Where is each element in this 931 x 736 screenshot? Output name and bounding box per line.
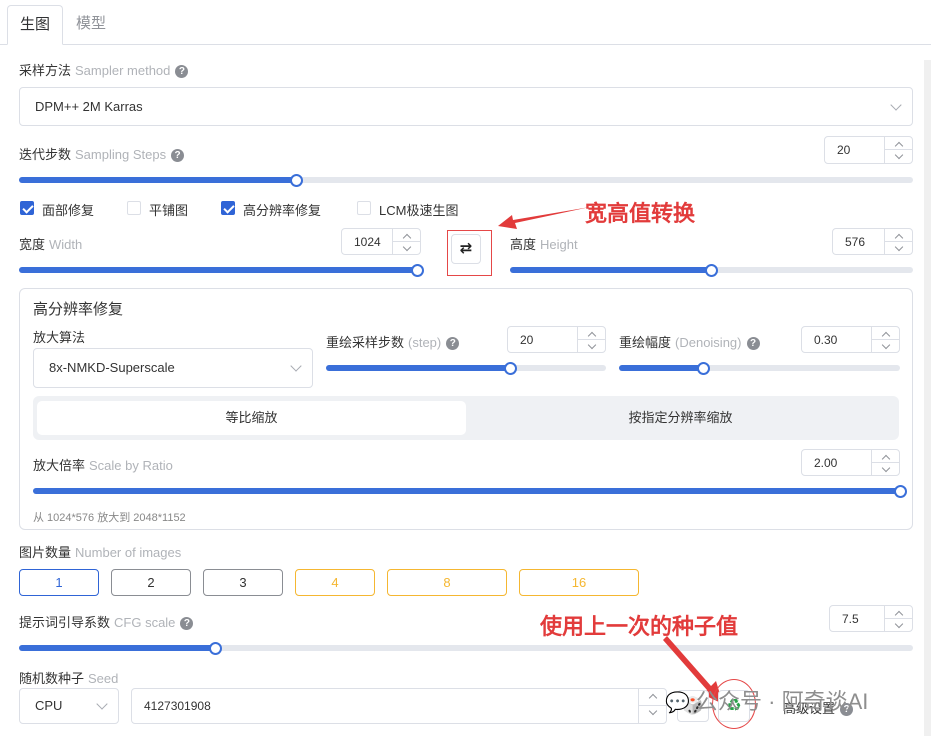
scale-input[interactable]: 2.00 xyxy=(801,449,900,476)
lcm-label: LCM极速生图 xyxy=(379,203,459,218)
tab-generate[interactable]: 生图 xyxy=(7,5,64,45)
increment-button xyxy=(885,137,912,150)
increment-button xyxy=(393,229,420,242)
decrement-button xyxy=(578,340,605,353)
chevron-down-icon xyxy=(290,360,302,372)
width-input[interactable]: 1024 xyxy=(341,228,421,255)
increment-button xyxy=(872,327,899,340)
slider-thumb xyxy=(504,361,518,375)
decrement-button xyxy=(885,242,912,255)
increment-button xyxy=(639,689,666,706)
slider-thumb xyxy=(893,484,907,498)
resize-hint: 从 1024*576 放大到 2048*1152 xyxy=(33,512,186,524)
cfg-slider[interactable] xyxy=(19,641,913,655)
scale-label: 放大倍率 Scale by Ratio xyxy=(33,458,173,473)
images-option-8[interactable]: 8 xyxy=(387,569,507,596)
tab-model[interactable]: 模型 xyxy=(64,5,118,45)
swap-icon: ⇄ xyxy=(459,240,473,257)
decrement-button xyxy=(639,706,666,723)
scale-mode-ratio[interactable]: 等比缩放 xyxy=(37,401,466,435)
wechat-icon: 💬 xyxy=(665,692,690,714)
cfg-input[interactable]: 7.5 xyxy=(829,605,913,632)
images-option-16[interactable]: 16 xyxy=(519,569,639,596)
annotation-arrow xyxy=(498,207,590,229)
help-icon: ? xyxy=(180,617,194,630)
annotation-swap: 宽高值转换 xyxy=(585,201,696,226)
tiling-checkbox[interactable] xyxy=(127,201,141,215)
decrement-button xyxy=(872,340,899,353)
slider-thumb xyxy=(696,361,710,375)
denoise-label: 重绘幅度 (Denoising)? xyxy=(619,332,760,351)
hires-steps-label: 重绘采样步数 (step)? xyxy=(326,332,460,351)
hires-title: 高分辨率修复 xyxy=(33,301,124,318)
sampler-select[interactable]: DPM++ 2M Karras xyxy=(19,87,913,126)
decrement-button xyxy=(872,463,899,476)
denoise-input[interactable]: 0.30 xyxy=(801,326,900,353)
help-icon: ? xyxy=(746,337,760,350)
watermark: 💬 公众号 · 阿奇谈AI xyxy=(665,689,869,714)
width-slider[interactable] xyxy=(19,263,425,277)
decrement-button xyxy=(393,242,420,255)
increment-button xyxy=(872,450,899,463)
sampler-label: 采样方法 Sampler method? xyxy=(19,60,189,79)
images-option-4[interactable]: 4 xyxy=(295,569,375,596)
height-input[interactable]: 576 xyxy=(832,228,913,255)
hires-steps-input[interactable]: 20 xyxy=(507,326,606,353)
decrement-button xyxy=(885,619,912,632)
scrollbar[interactable] xyxy=(924,60,931,736)
help-icon: ? xyxy=(446,337,460,350)
images-option-3[interactable]: 3 xyxy=(203,569,283,596)
slider-thumb xyxy=(209,641,223,655)
images-label: 图片数量 Number of images xyxy=(19,545,182,560)
images-option-2[interactable]: 2 xyxy=(111,569,191,596)
hires-steps-slider[interactable] xyxy=(326,361,606,375)
tab-bar xyxy=(0,0,931,45)
denoise-slider[interactable] xyxy=(619,361,900,375)
swap-dimensions-button[interactable]: ⇄ xyxy=(451,234,481,264)
height-slider[interactable] xyxy=(510,263,913,277)
increment-button xyxy=(885,606,912,619)
increment-button xyxy=(885,229,912,242)
upscaler-select[interactable]: 8x-NMKD-Superscale xyxy=(33,348,313,388)
steps-input[interactable]: 20 xyxy=(824,136,913,164)
steps-slider[interactable] xyxy=(19,173,913,187)
hires-fix-checkbox[interactable] xyxy=(221,201,235,215)
face-restore-checkbox[interactable] xyxy=(20,201,34,215)
slider-thumb xyxy=(289,173,303,187)
chevron-down-icon xyxy=(96,698,108,710)
upscaler-label: 放大算法 xyxy=(33,330,86,345)
scale-mode-resolution[interactable]: 按指定分辨率缩放 xyxy=(466,401,895,435)
help-icon: ? xyxy=(171,149,185,162)
images-option-1[interactable]: 1 xyxy=(19,569,99,596)
slider-thumb xyxy=(411,263,425,277)
tiling-label: 平铺图 xyxy=(149,203,189,218)
lcm-checkbox[interactable] xyxy=(357,201,371,215)
scale-mode-segmented: 等比缩放 按指定分辨率缩放 xyxy=(33,396,899,440)
hires-fix-label: 高分辨率修复 xyxy=(243,203,322,218)
decrement-button xyxy=(885,150,912,163)
cfg-label: 提示词引导系数 CFG scale? xyxy=(19,612,194,631)
steps-label: 迭代步数 Sampling Steps? xyxy=(19,144,185,163)
chevron-down-icon xyxy=(890,98,902,111)
seed-label: 随机数种子 Seed xyxy=(19,671,119,686)
seed-input[interactable]: 4127301908 xyxy=(131,688,667,724)
scale-slider[interactable] xyxy=(33,484,907,498)
help-icon: ? xyxy=(175,65,189,78)
seed-device-select[interactable]: CPU xyxy=(19,688,119,724)
width-label: 宽度 Width xyxy=(19,237,83,252)
slider-thumb xyxy=(705,263,718,277)
increment-button xyxy=(578,327,605,340)
face-restore-label: 面部修复 xyxy=(42,203,95,218)
